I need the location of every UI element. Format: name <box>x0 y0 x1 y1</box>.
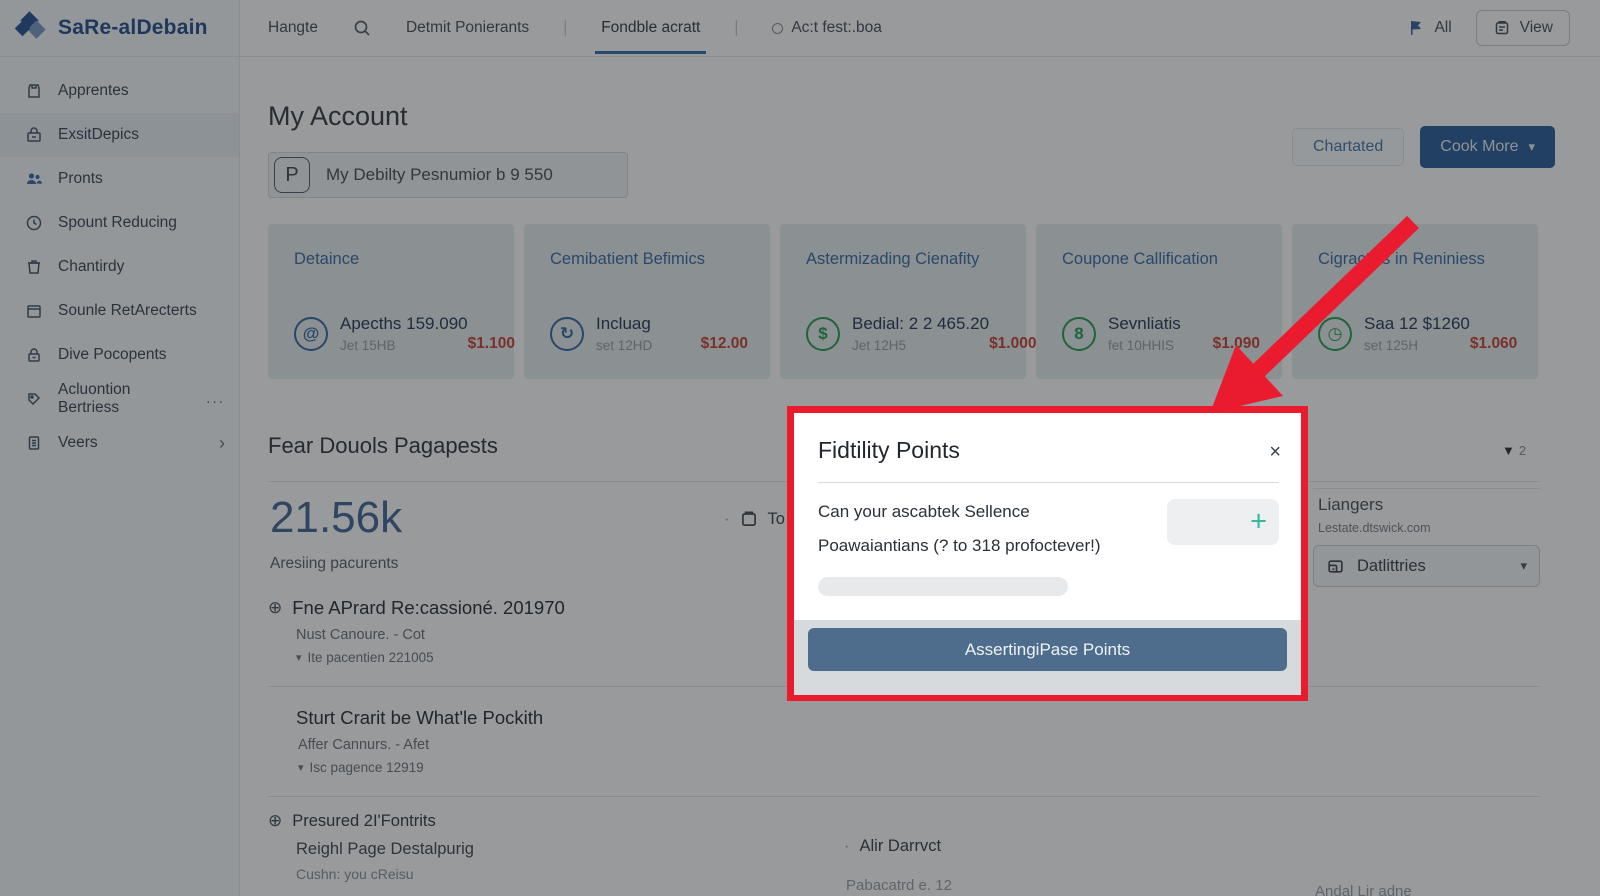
asserting-pase-points-button[interactable]: AssertingiPase Points <box>808 628 1287 671</box>
plus-icon: + <box>1250 505 1267 538</box>
fidtility-points-modal: Fidtility Points × Can your ascabtek Sel… <box>794 413 1301 695</box>
progress-bar <box>818 576 1068 596</box>
modal-title: Fidtility Points <box>818 437 960 463</box>
divider <box>818 482 1279 483</box>
modal-footer: AssertingiPase Points <box>794 620 1301 695</box>
add-points-control[interactable]: + <box>1167 499 1279 545</box>
app-window: SaRe-alDebain Apprentes ExsitDepics Pron… <box>0 0 1600 896</box>
close-icon[interactable]: × <box>1267 439 1283 466</box>
modal-body-line1: Can your ascabtek Sellence <box>818 502 1030 521</box>
modal-body-line2: Poawaiantians (? to 318 profoctever!) <box>818 536 1101 556</box>
